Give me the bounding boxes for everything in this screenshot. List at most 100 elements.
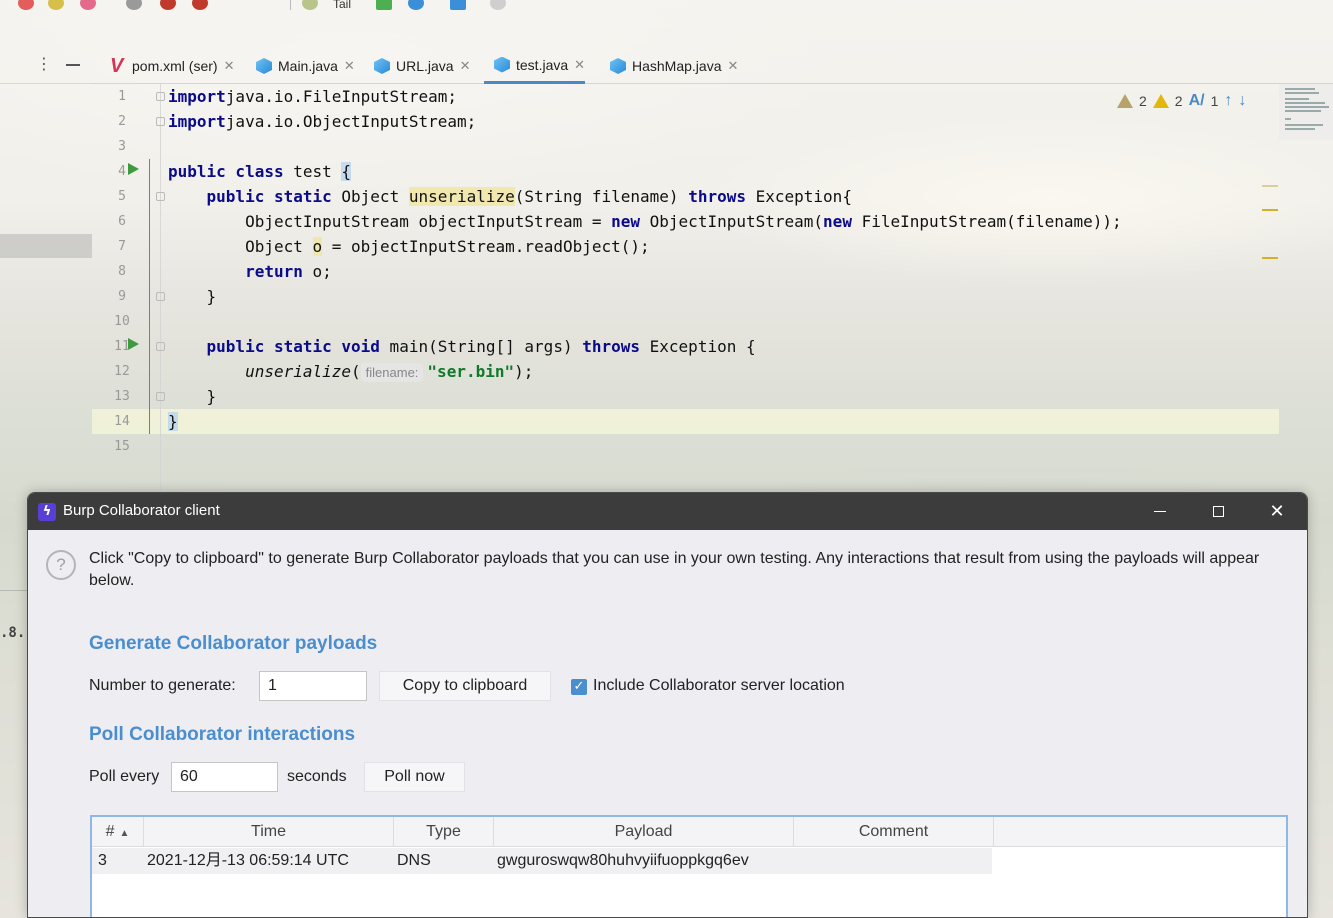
fold-icon[interactable] bbox=[156, 192, 165, 201]
column-header-payload[interactable]: Payload bbox=[494, 817, 794, 847]
column-header-time[interactable]: Time bbox=[144, 817, 394, 847]
build-icon[interactable] bbox=[192, 0, 208, 10]
code-editor[interactable]: 1 2 3 4 5 6 7 8 9 10 11 12 13 14 15 importjava.io.File… bbox=[92, 84, 1333, 490]
debug-icon[interactable] bbox=[48, 0, 64, 10]
generate-section-heading: Generate Collaborator payloads bbox=[89, 633, 378, 654]
column-header-type[interactable]: Type bbox=[394, 817, 494, 847]
copy-to-clipboard-button[interactable]: Copy to clipboard bbox=[379, 671, 551, 701]
close-icon[interactable]: ✕ bbox=[224, 58, 235, 74]
line-number[interactable]: 1 bbox=[92, 84, 152, 109]
line-number[interactable]: 3 bbox=[92, 134, 152, 159]
tab-main-java[interactable]: Main.java ✕ bbox=[246, 48, 355, 84]
update-icon[interactable] bbox=[408, 0, 424, 10]
code-token: throws bbox=[582, 337, 641, 356]
row-type: DNS bbox=[397, 852, 431, 869]
column-header-number[interactable]: # ▲ bbox=[92, 817, 144, 847]
code-line: Object o = objectInputStream.readObject(… bbox=[168, 234, 650, 259]
inspection-widget[interactable]: 2 2 A/ 1 ↑ ↓ bbox=[1117, 92, 1246, 110]
parameter-hint: filename: bbox=[360, 363, 424, 382]
line-number[interactable]: 8 bbox=[92, 259, 152, 284]
record-icon[interactable] bbox=[126, 0, 142, 10]
interactions-table[interactable]: # ▲ Time Type Payload Comment 3 2021-12月-… bbox=[90, 815, 1288, 917]
code-token: ObjectInputStream( bbox=[640, 212, 824, 231]
code-line: public class test { bbox=[168, 159, 352, 184]
table-row[interactable]: 3 2021-12月-13 06:59:14 UTC DNS gwguroswq… bbox=[92, 848, 992, 874]
line-number[interactable]: 14 bbox=[92, 409, 152, 434]
burp-collaborator-dialog: ϟ Burp Collaborator client ✕ ? Click "Co… bbox=[27, 492, 1308, 918]
line-number[interactable]: 15 bbox=[92, 434, 152, 459]
weak-warning-icon bbox=[1117, 94, 1133, 108]
maximize-button[interactable] bbox=[1195, 493, 1241, 530]
code-token: "ser.bin" bbox=[427, 362, 515, 381]
tab-pom-xml[interactable]: V pom.xml (ser) ✕ bbox=[100, 48, 234, 84]
poll-interval-input[interactable]: 60 bbox=[171, 762, 278, 792]
vcs-icon[interactable] bbox=[302, 0, 318, 10]
code-token: = objectInputStream.readObject(); bbox=[322, 237, 650, 256]
code-token: public class bbox=[168, 162, 284, 181]
stop-icon[interactable] bbox=[18, 0, 34, 10]
fold-icon[interactable] bbox=[156, 392, 165, 401]
coverage-icon[interactable] bbox=[160, 0, 176, 10]
warning-stripe[interactable] bbox=[1262, 209, 1278, 211]
fold-icon[interactable] bbox=[156, 292, 165, 301]
arrow-up-icon[interactable]: ↑ bbox=[1224, 92, 1232, 110]
tab-url-java[interactable]: URL.java ✕ bbox=[364, 48, 471, 84]
row-number: 3 bbox=[98, 852, 107, 869]
profile-icon[interactable] bbox=[80, 0, 96, 10]
run-config-label[interactable]: Tail bbox=[333, 0, 351, 11]
code-line: public static Object unserialize(String … bbox=[168, 184, 852, 209]
tab-test-java[interactable]: test.java ✕ bbox=[484, 48, 586, 84]
code-token: } bbox=[168, 412, 178, 431]
close-button[interactable]: ✕ bbox=[1254, 493, 1300, 530]
close-icon[interactable]: ✕ bbox=[460, 58, 471, 74]
code-token: Object bbox=[168, 237, 313, 256]
code-token: ( bbox=[351, 362, 361, 381]
poll-section-heading: Poll Collaborator interactions bbox=[89, 724, 356, 745]
code-token: Exception { bbox=[640, 337, 756, 356]
fold-icon[interactable] bbox=[156, 117, 165, 126]
more-options-icon[interactable]: ⋮ bbox=[36, 56, 52, 72]
weak-warning-count: 2 bbox=[1139, 93, 1147, 109]
line-number[interactable]: 7 bbox=[92, 234, 152, 259]
line-number[interactable]: 11 bbox=[92, 334, 152, 359]
hide-panel-icon[interactable] bbox=[66, 64, 80, 66]
poll-now-button[interactable]: Poll now bbox=[364, 762, 465, 792]
close-icon[interactable]: ✕ bbox=[574, 57, 585, 73]
code-line: return o; bbox=[168, 259, 332, 284]
maximize-icon bbox=[1212, 506, 1224, 517]
line-number[interactable]: 4 bbox=[92, 159, 152, 184]
arrow-down-icon[interactable]: ↓ bbox=[1238, 92, 1246, 110]
code-token: o; bbox=[302, 262, 332, 281]
code-token: unserialize bbox=[245, 362, 352, 381]
java-class-icon bbox=[256, 58, 272, 74]
number-to-generate-input[interactable]: 1 bbox=[259, 671, 367, 701]
close-icon[interactable]: ✕ bbox=[344, 58, 355, 74]
search-everywhere-icon[interactable] bbox=[490, 0, 506, 10]
line-number[interactable]: 9 bbox=[92, 284, 152, 309]
line-number[interactable]: 5 bbox=[92, 184, 152, 209]
commit-icon[interactable] bbox=[376, 0, 392, 10]
column-header-comment[interactable]: Comment bbox=[794, 817, 994, 847]
include-location-checkbox[interactable]: ✓ bbox=[571, 679, 587, 695]
line-number[interactable]: 6 bbox=[92, 209, 152, 234]
fold-icon[interactable] bbox=[156, 342, 165, 351]
help-icon[interactable]: ? bbox=[46, 550, 76, 580]
line-number[interactable]: 13 bbox=[92, 384, 152, 409]
code-minimap[interactable] bbox=[1279, 84, 1333, 140]
caret-line-highlight bbox=[92, 409, 1279, 434]
code-line: } bbox=[168, 384, 217, 409]
close-icon[interactable]: ✕ bbox=[728, 58, 739, 74]
minimize-button[interactable] bbox=[1137, 493, 1183, 530]
dialog-titlebar[interactable]: ϟ Burp Collaborator client ✕ bbox=[28, 493, 1307, 530]
warning-stripe[interactable] bbox=[1262, 257, 1278, 259]
weak-warning-stripe[interactable] bbox=[1262, 185, 1278, 187]
console-version-fragment: .8. bbox=[0, 625, 26, 641]
translate-icon[interactable] bbox=[450, 0, 466, 10]
line-number[interactable]: 12 bbox=[92, 359, 152, 384]
line-number[interactable]: 10 bbox=[92, 309, 152, 334]
line-number[interactable]: 2 bbox=[92, 109, 152, 134]
tab-hashmap-java[interactable]: HashMap.java ✕ bbox=[600, 48, 738, 84]
selected-tree-row[interactable] bbox=[0, 234, 92, 258]
fold-icon[interactable] bbox=[156, 92, 165, 101]
